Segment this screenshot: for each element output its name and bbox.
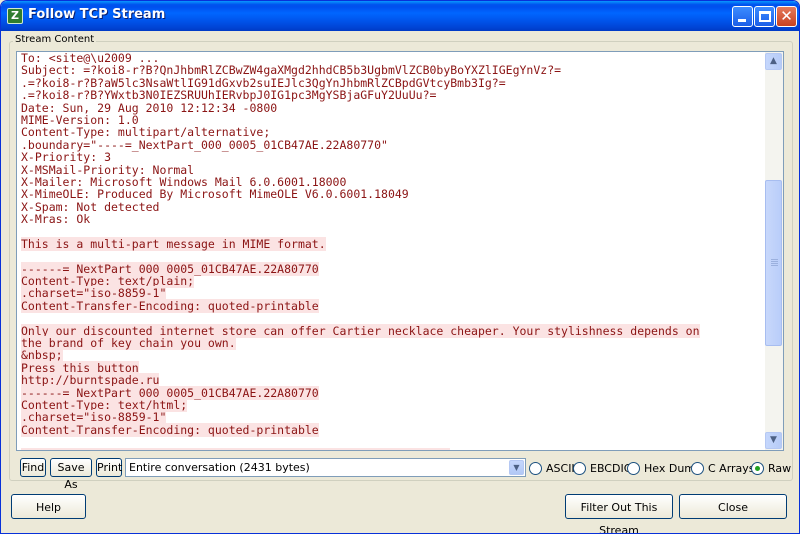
radio-c-arrays[interactable]: C Arrays — [691, 460, 755, 476]
save-as-button[interactable]: Save As — [50, 458, 92, 491]
radio-button-checked-icon[interactable] — [751, 461, 764, 475]
find-button[interactable]: Find — [20, 458, 46, 477]
maximize-icon — [759, 11, 771, 22]
grip-line — [771, 265, 778, 266]
grip-line — [771, 259, 778, 260]
stream-line: <!DOCTYPE HTML PUBLIC "-//W3C//DTD HTML … — [21, 447, 761, 450]
stream-line — [21, 436, 761, 448]
radio-button-icon[interactable] — [691, 461, 704, 475]
stream-line — [21, 312, 761, 324]
filter-out-stream-button[interactable]: Filter Out This Stream — [565, 494, 673, 533]
radio-raw[interactable]: Raw — [751, 460, 791, 476]
wireshark-app-icon: Z — [7, 8, 23, 24]
stream-line: .boundary="----=_NextPart_000_0005_01CB4… — [21, 139, 761, 151]
chevron-down-icon[interactable]: ▼ — [509, 460, 524, 475]
minimize-button[interactable] — [732, 6, 753, 27]
radio-button-icon[interactable] — [573, 461, 586, 475]
stream-line: X-Mras: Ok — [21, 213, 761, 225]
grip-line — [771, 261, 778, 262]
grip-line — [771, 263, 778, 264]
stream-line — [21, 225, 761, 237]
radio-button-icon[interactable] — [627, 461, 640, 475]
stream-content-label: Stream Content — [13, 34, 97, 45]
window-title: Follow TCP Stream — [28, 7, 166, 22]
stream-line: This is a multi-part message in MIME for… — [21, 236, 761, 251]
scroll-up-arrow-icon[interactable]: ▲ — [765, 53, 782, 70]
print-button[interactable]: Print — [96, 458, 122, 477]
radio-ebcdic[interactable]: EBCDIC — [573, 460, 631, 476]
maximize-button[interactable] — [754, 6, 775, 27]
stream-line: .charset="iso-8859-1" — [21, 286, 761, 301]
stream-line: Content-Transfer-Encoding: quoted-printa… — [21, 298, 761, 313]
stream-line — [21, 250, 761, 262]
conversation-select[interactable]: Entire conversation (2431 bytes) ▼ — [125, 458, 526, 477]
stream-line: http://burntspade.ru — [21, 373, 761, 388]
radio-label: C Arrays — [708, 461, 755, 475]
stream-line: the brand of key chain you own. — [21, 335, 761, 350]
stream-line: Content-Transfer-Encoding: quoted-printa… — [21, 422, 761, 437]
stream-content-group: Stream Content To: <site@\u2009 ... Subje… — [9, 34, 793, 491]
scroll-down-arrow-icon[interactable]: ▼ — [765, 432, 782, 449]
stream-line-text: This is a multi-part message in MIME for… — [21, 236, 326, 251]
stream-line-text: <!DOCTYPE HTML PUBLIC "-//W3C//DTD HTML … — [21, 447, 451, 450]
close-icon: ✕ — [780, 7, 793, 25]
stream-text[interactable]: To: <site@\u2009 ... Subject: =?koi8-r?B?… — [21, 52, 761, 450]
conversation-select-value: Entire conversation (2431 bytes) — [129, 461, 310, 474]
radio-label: EBCDIC — [590, 461, 632, 475]
stream-text-area[interactable]: To: <site@\u2009 ... Subject: =?koi8-r?B?… — [16, 51, 784, 451]
stream-line-text: Content-Transfer-Encoding: quoted-printa… — [21, 298, 319, 313]
follow-tcp-stream-window: Z Follow TCP Stream ✕ Stream Content To:… — [0, 0, 800, 534]
stream-line: .charset="iso-8859-1" — [21, 410, 761, 425]
stream-line: X-Spam: Not detected — [21, 200, 761, 213]
scrollbar-thumb[interactable] — [765, 180, 782, 346]
close-window-button[interactable]: ✕ — [776, 6, 797, 27]
radio-button-icon[interactable] — [529, 461, 542, 475]
radio-ascii[interactable]: ASCII — [529, 460, 575, 476]
title-bar[interactable]: Z Follow TCP Stream ✕ — [1, 1, 799, 31]
stream-line-text: Content-Transfer-Encoding: quoted-printa… — [21, 422, 319, 437]
vertical-scrollbar[interactable]: ▲ ▼ — [765, 52, 783, 450]
close-button[interactable]: Close — [679, 494, 787, 519]
radio-label: Raw — [768, 461, 792, 475]
radio-label: ASCII — [546, 461, 575, 475]
stream-controls: Find Save As Print Entire conversation (… — [16, 456, 791, 491]
minimize-icon — [738, 19, 746, 22]
stream-line-text: X-Mras: Ok — [21, 212, 91, 227]
stream-line: &nbsp; — [21, 348, 761, 363]
help-button[interactable]: Help — [11, 494, 86, 519]
